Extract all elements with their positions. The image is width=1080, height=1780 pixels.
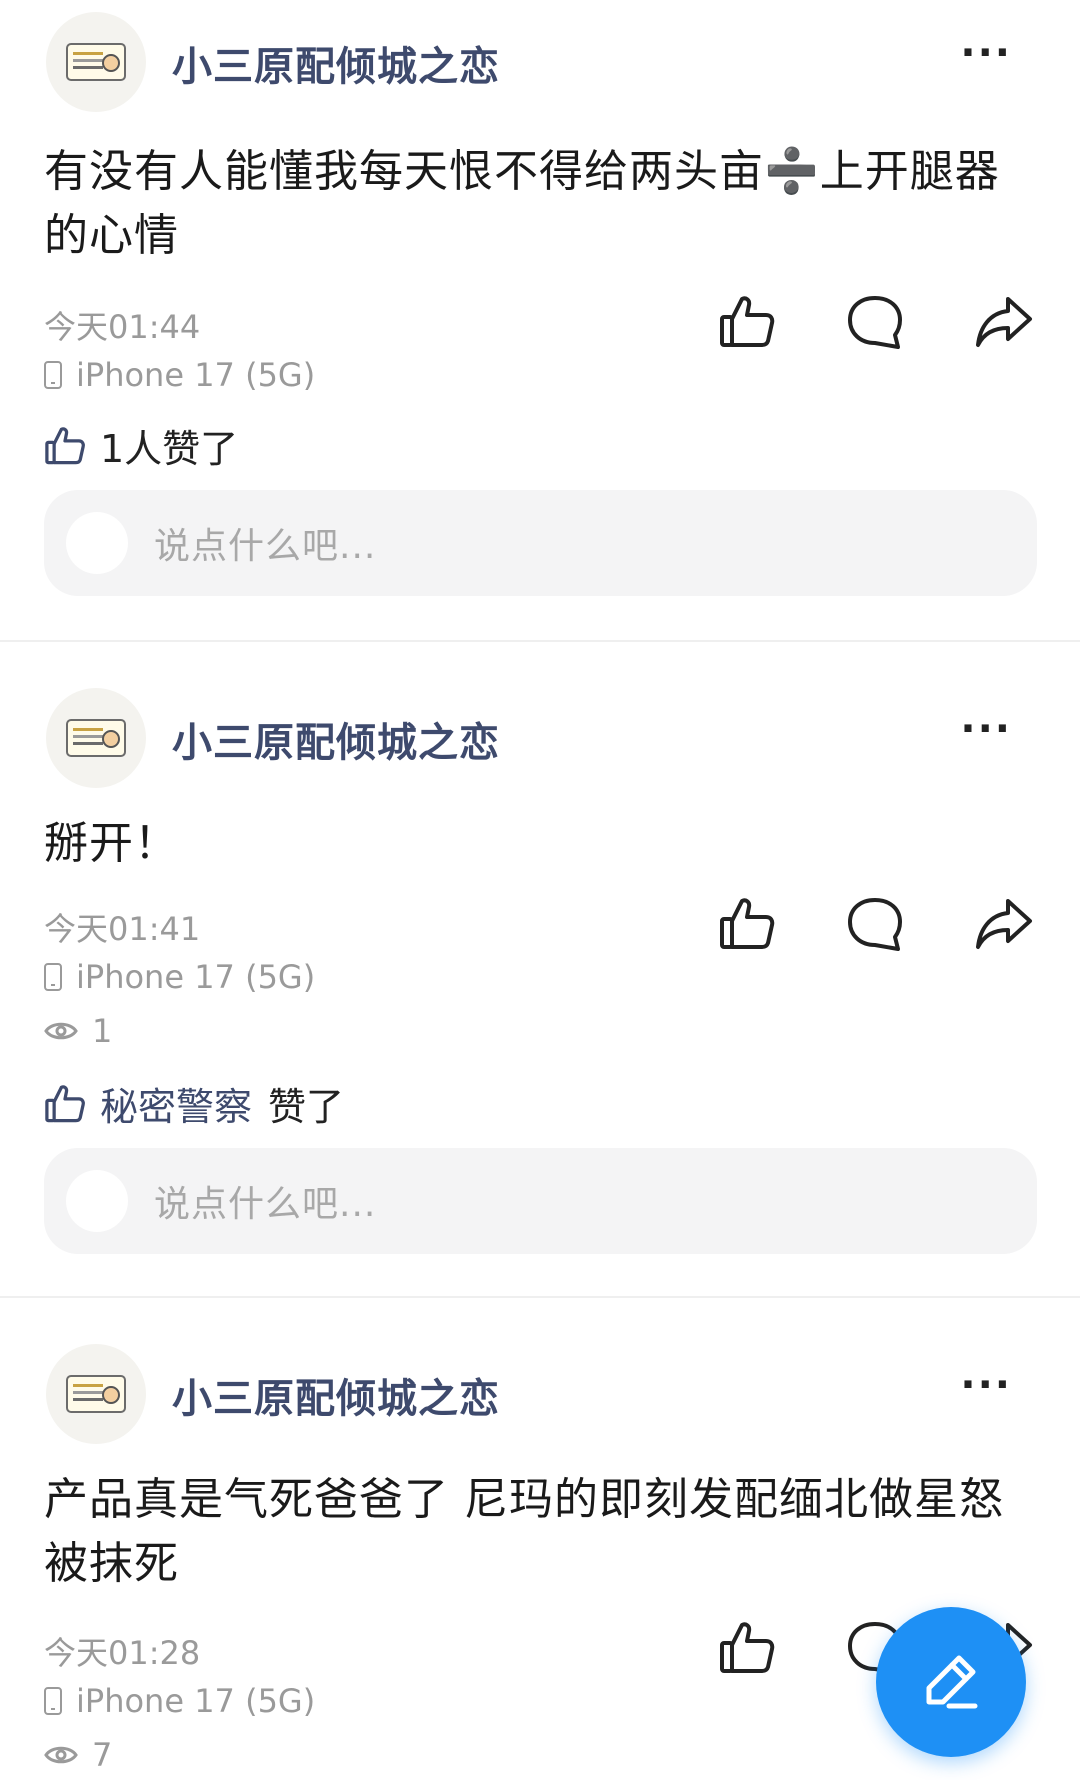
device-label: iPhone 17 (5G) (76, 958, 316, 996)
comment-button[interactable] (843, 290, 907, 354)
thumbs-up-icon (45, 1084, 85, 1122)
post-time: 今天01:41 (44, 910, 201, 948)
username[interactable]: 小三原配倾城之恋 (172, 34, 500, 92)
phone-icon (44, 361, 62, 389)
likes-text: 赞了 (268, 1085, 345, 1129)
post-time: 今天01:44 (44, 308, 201, 346)
comment-input[interactable]: 说点什么吧... (44, 490, 1037, 596)
share-button[interactable] (972, 290, 1036, 354)
thumbs-up-icon (720, 296, 775, 347)
view-count: 1 (44, 1012, 112, 1050)
post: 小三原配倾城之恋 ··· 掰开！ 今天01:41 iPhone 17 (5G) … (0, 642, 1080, 1298)
my-avatar (66, 512, 128, 574)
post-content: 有没有人能懂我每天恨不得给两头亩➗上开腿器的心情 (44, 146, 1000, 261)
share-button[interactable] (972, 892, 1036, 956)
pencil-icon (926, 1655, 978, 1709)
likes-text: 1人赞了 (100, 427, 239, 471)
post-content: 掰开！ (44, 818, 179, 869)
device-label: iPhone 17 (5G) (76, 356, 316, 394)
phone-icon (44, 1687, 62, 1715)
more-options-button[interactable]: ··· (960, 1362, 1012, 1408)
avatar-image (66, 719, 126, 757)
device-info: iPhone 17 (5G) (44, 1682, 315, 1720)
likes-summary: 1人赞了 (44, 418, 238, 473)
avatar[interactable] (46, 688, 146, 788)
comment-button[interactable] (843, 892, 907, 956)
like-button[interactable] (715, 290, 779, 354)
views-count: 7 (92, 1736, 113, 1774)
eye-icon (44, 1022, 78, 1040)
comment-input[interactable]: 说点什么吧... (44, 1148, 1037, 1254)
avatar-image (66, 43, 126, 81)
liker-name[interactable]: 秘密警察 (100, 1076, 252, 1131)
views-count: 1 (92, 1012, 113, 1050)
likes-summary: 秘密警察 赞了 (44, 1076, 344, 1131)
thumbs-up-icon (45, 426, 85, 464)
username[interactable]: 小三原配倾城之恋 (172, 710, 500, 768)
comment-bubble-icon (848, 296, 902, 349)
post-time: 今天01:28 (44, 1634, 201, 1672)
compose-button[interactable] (876, 1607, 1026, 1757)
username[interactable]: 小三原配倾城之恋 (172, 1366, 500, 1424)
thumbs-up-icon (720, 1622, 775, 1673)
more-options-button[interactable]: ··· (960, 706, 1012, 752)
view-count: 7 (44, 1736, 112, 1774)
share-arrow-icon (976, 297, 1032, 347)
comment-placeholder: 说点什么吧... (154, 1184, 377, 1225)
device-info: iPhone 17 (5G) (44, 958, 315, 996)
avatar[interactable] (46, 1344, 146, 1444)
share-arrow-icon (976, 899, 1032, 949)
feed: 小三原配倾城之恋 ··· 有没有人能懂我每天恨不得给两头亩➗上开腿器的心情 今天… (0, 0, 1080, 1780)
device-info: iPhone 17 (5G) (44, 356, 315, 394)
comment-bubble-icon (848, 898, 902, 951)
comment-placeholder: 说点什么吧... (154, 526, 377, 567)
like-button[interactable] (715, 892, 779, 956)
device-label: iPhone 17 (5G) (76, 1682, 316, 1720)
eye-icon (44, 1746, 78, 1764)
post: 小三原配倾城之恋 ··· 有没有人能懂我每天恨不得给两头亩➗上开腿器的心情 今天… (0, 0, 1080, 640)
avatar-image (66, 1375, 126, 1413)
like-button[interactable] (715, 1616, 779, 1680)
avatar[interactable] (46, 12, 146, 112)
more-options-button[interactable]: ··· (960, 30, 1012, 76)
post-content: 产品真是气死爸爸了 尼玛的即刻发配缅北做星怒被抹死 (44, 1474, 1004, 1589)
phone-icon (44, 963, 62, 991)
my-avatar (66, 1170, 128, 1232)
thumbs-up-icon (720, 898, 775, 949)
